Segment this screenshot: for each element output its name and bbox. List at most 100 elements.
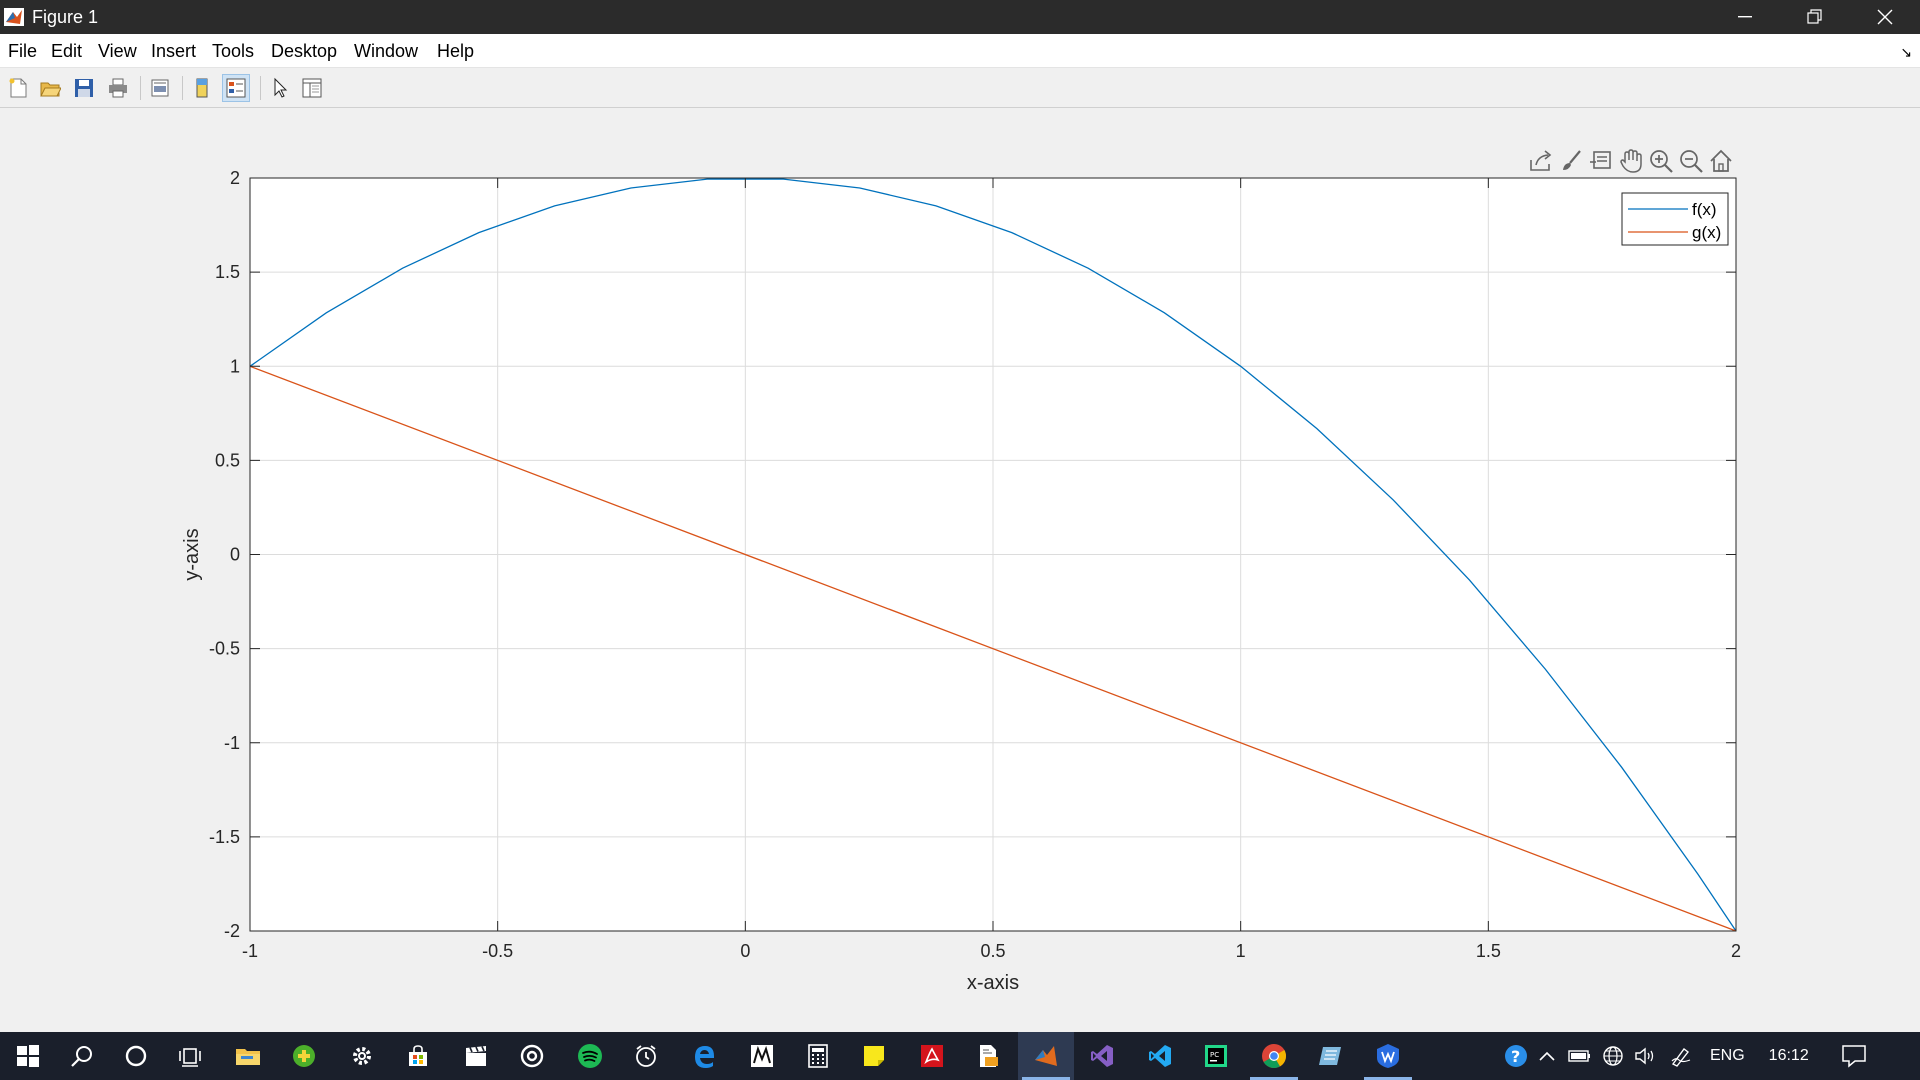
toolbar-separator: [260, 76, 261, 100]
brush-icon[interactable]: [1558, 148, 1584, 174]
clapper-icon[interactable]: [448, 1032, 504, 1080]
open-file-icon[interactable]: [36, 74, 64, 102]
system-tray: ? ENG 16:12: [1504, 1032, 1867, 1080]
pen-ink-icon[interactable]: [1670, 1045, 1692, 1067]
alarm-clock-icon[interactable]: [618, 1032, 674, 1080]
property-inspector-icon[interactable]: [298, 74, 326, 102]
print-preview-icon[interactable]: [146, 74, 174, 102]
menu-file[interactable]: File: [8, 41, 37, 62]
edit-plot-arrow-icon[interactable]: [266, 74, 294, 102]
close-icon: [1877, 9, 1893, 25]
y-tick-label: 1: [230, 356, 240, 376]
x-tick-label: 1: [1236, 941, 1246, 961]
legend-label: f(x): [1692, 200, 1717, 219]
x-tick-label: 2: [1731, 941, 1741, 961]
colorbar-icon[interactable]: [188, 74, 216, 102]
y-tick-label: 0.5: [215, 450, 240, 470]
figure-toolbar: [0, 68, 1920, 108]
minimize-icon: [1738, 16, 1752, 18]
line-chart[interactable]: -1 -0.5 0 0.5 1 1.5 2 -2 -1.5 -1 -0.5 0 0.5 1 1.5 2 x-ax…: [0, 108, 1920, 1032]
pdf-app-icon[interactable]: [960, 1032, 1016, 1080]
cortana-icon[interactable]: [108, 1032, 164, 1080]
chrome-icon[interactable]: [1246, 1032, 1302, 1080]
y-tick-label: 0: [230, 545, 240, 565]
network-globe-icon[interactable]: [1602, 1045, 1624, 1067]
restore-button[interactable]: [1780, 0, 1850, 34]
battery-icon[interactable]: [1568, 1049, 1592, 1063]
export-icon[interactable]: [1528, 148, 1554, 174]
x-tick-label: 1.5: [1476, 941, 1501, 961]
calculator-icon[interactable]: [790, 1032, 846, 1080]
home-icon[interactable]: [1708, 148, 1734, 174]
zoom-out-icon[interactable]: [1678, 148, 1704, 174]
print-icon[interactable]: [104, 74, 132, 102]
toolbar-separator: [140, 76, 141, 100]
data-tips-icon[interactable]: [1588, 148, 1614, 174]
wps-icon[interactable]: [1360, 1032, 1416, 1080]
x-tick-label: -0.5: [482, 941, 513, 961]
pycharm-icon[interactable]: PC: [1188, 1032, 1244, 1080]
matlab-icon: [4, 8, 24, 26]
toolbar-separator: [182, 76, 183, 100]
menu-insert[interactable]: Insert: [151, 41, 196, 62]
legend-icon[interactable]: [222, 74, 250, 102]
media-icon[interactable]: [504, 1032, 560, 1080]
language-indicator[interactable]: ENG: [1710, 1047, 1745, 1065]
new-figure-icon[interactable]: [4, 74, 32, 102]
acrobat-icon[interactable]: [904, 1032, 960, 1080]
sticky-notes-icon[interactable]: [846, 1032, 902, 1080]
notification-center-icon[interactable]: [1841, 1044, 1867, 1068]
dock-figure-icon[interactable]: ↘: [1900, 44, 1912, 61]
menu-desktop[interactable]: Desktop: [271, 41, 337, 62]
menu-view[interactable]: View: [98, 41, 137, 62]
plus-app-icon[interactable]: [276, 1032, 332, 1080]
y-tick-label: 2: [230, 168, 240, 188]
y-tick-label: -0.5: [209, 639, 240, 659]
zoom-in-icon[interactable]: [1648, 148, 1674, 174]
menu-bar: File Edit View Insert Tools Desktop Wind…: [0, 34, 1920, 68]
restore-icon: [1807, 9, 1822, 24]
visual-studio-icon[interactable]: [1074, 1032, 1130, 1080]
matlab-icon[interactable]: [1018, 1032, 1074, 1080]
x-tick-label: 0.5: [980, 941, 1005, 961]
svg-text:?: ?: [1511, 1047, 1520, 1066]
x-tick-label: -1: [242, 941, 258, 961]
window-title: Figure 1: [32, 7, 99, 27]
minimize-button[interactable]: [1710, 0, 1780, 34]
x-tick-label: 0: [740, 941, 750, 961]
save-icon[interactable]: [70, 74, 98, 102]
notes-app-icon[interactable]: [1302, 1032, 1358, 1080]
y-tick-label: 1.5: [215, 262, 240, 282]
menu-window[interactable]: Window: [354, 41, 418, 62]
menu-help[interactable]: Help: [437, 41, 474, 62]
file-explorer-icon[interactable]: [220, 1032, 276, 1080]
volume-icon[interactable]: [1634, 1046, 1656, 1066]
figure-canvas: -1 -0.5 0 0.5 1 1.5 2 -2 -1.5 -1 -0.5 0 0.5 1 1.5 2 x-ax…: [0, 108, 1920, 1032]
svg-text:PC: PC: [1210, 1051, 1219, 1059]
search-icon[interactable]: [54, 1032, 110, 1080]
y-tick-label: -1: [224, 733, 240, 753]
legend-label: g(x): [1692, 223, 1721, 242]
x-axis-label: x-axis: [967, 972, 1019, 994]
menu-tools[interactable]: Tools: [212, 41, 254, 62]
chevron-up-icon[interactable]: [1538, 1050, 1556, 1062]
spotify-icon[interactable]: [562, 1032, 618, 1080]
y-tick-label: -1.5: [209, 827, 240, 847]
y-tick-label: -2: [224, 921, 240, 941]
settings-icon[interactable]: [334, 1032, 390, 1080]
matlab-doc-icon[interactable]: [734, 1032, 790, 1080]
pan-hand-icon[interactable]: [1618, 148, 1644, 174]
title-bar: Figure 1: [0, 0, 1920, 34]
edge-icon[interactable]: [676, 1032, 732, 1080]
taskbar: PC ? ENG 16:12: [0, 1032, 1920, 1080]
y-axis-label: y-axis: [181, 528, 203, 580]
menu-edit[interactable]: Edit: [51, 41, 82, 62]
legend: f(x) g(x): [1621, 192, 1729, 246]
task-view-icon[interactable]: [162, 1032, 218, 1080]
store-icon[interactable]: [390, 1032, 446, 1080]
clock[interactable]: 16:12: [1769, 1047, 1809, 1065]
vscode-icon[interactable]: [1132, 1032, 1188, 1080]
close-button[interactable]: [1850, 0, 1920, 34]
windows-start-icon[interactable]: [0, 1032, 56, 1080]
help-icon[interactable]: ?: [1504, 1044, 1528, 1068]
